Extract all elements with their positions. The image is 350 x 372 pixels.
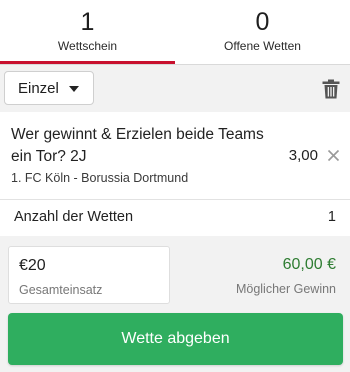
potential-win-label: Möglicher Gewinn bbox=[235, 282, 336, 296]
bet-type-select[interactable]: Einzel bbox=[4, 71, 94, 105]
betslip-toolbar: Einzel bbox=[0, 65, 350, 112]
tab-offene-wetten-count: 0 bbox=[255, 8, 270, 36]
close-icon[interactable] bbox=[327, 149, 340, 162]
place-bet-button[interactable]: Wette abgeben bbox=[8, 313, 343, 365]
bet-count-value: 1 bbox=[327, 209, 336, 225]
bet-odds: 3,00 bbox=[288, 147, 318, 164]
tab-wettschein[interactable]: 1 Wettschein bbox=[0, 0, 175, 64]
tab-offene-wetten[interactable]: 0 Offene Wetten bbox=[175, 0, 350, 64]
trash-icon[interactable] bbox=[322, 79, 340, 99]
tab-wettschein-label: Wettschein bbox=[57, 39, 118, 53]
bet-selection: Wer gewinnt & Erzielen beide Teams ein T… bbox=[0, 112, 350, 200]
chevron-down-icon bbox=[69, 86, 79, 92]
bet-match: 1. FC Köln - Borussia Dortmund bbox=[11, 171, 189, 185]
bet-count-label: Anzahl der Wetten bbox=[14, 209, 134, 225]
tab-offene-wetten-label: Offene Wetten bbox=[224, 39, 301, 53]
bet-count-row: Anzahl der Wetten 1 bbox=[0, 200, 350, 236]
potential-win: 60,00 € Möglicher Gewinn bbox=[236, 256, 336, 296]
stake-label: Gesamteinsatz bbox=[19, 283, 103, 297]
bet-market: Wer gewinnt & Erzielen beide Teams ein T… bbox=[11, 126, 264, 165]
stake-amount: €20 bbox=[19, 257, 46, 274]
potential-win-amount: 60,00 € bbox=[282, 256, 336, 273]
tab-wettschein-count: 1 bbox=[80, 8, 95, 36]
bet-type-value: Einzel bbox=[18, 79, 59, 97]
betslip-tabs: 1 Wettschein 0 Offene Wetten bbox=[0, 0, 350, 64]
stake-area: €20 Gesamteinsatz 60,00 € Möglicher Gewi… bbox=[0, 236, 350, 372]
stake-input[interactable]: €20 Gesamteinsatz bbox=[8, 246, 170, 304]
